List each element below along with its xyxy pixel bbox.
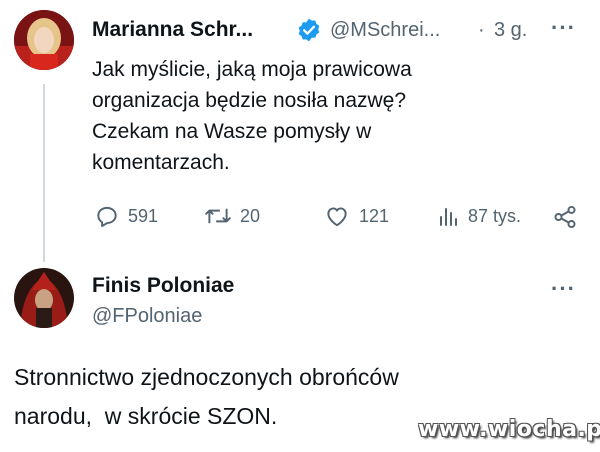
reply-text-line: Stronnictwo zjednoczonych obrońców bbox=[14, 364, 399, 390]
tweet-text: Jak myślicie, jaką moja prawicowa organi… bbox=[92, 54, 512, 178]
share-icon[interactable] bbox=[552, 204, 578, 235]
tweet-timestamp[interactable]: 3 g. bbox=[494, 19, 527, 42]
tweet-text-line: Czekam na Wasze pomysły w bbox=[92, 120, 372, 143]
analytics-icon bbox=[440, 208, 457, 226]
reply-avatar[interactable] bbox=[14, 268, 74, 328]
tweet-separator: · bbox=[478, 19, 485, 41]
reply-author-name[interactable]: Finis Poloniae bbox=[92, 274, 234, 298]
heart-icon bbox=[327, 207, 347, 227]
watermark: www.wiocha.pl bbox=[418, 417, 600, 442]
view-count: 87 tys. bbox=[468, 205, 522, 226]
tweet-more-options-icon[interactable]: ··· bbox=[551, 15, 576, 41]
tweet-text-line: komentarzach. bbox=[92, 151, 230, 174]
reply-avatar-image bbox=[14, 268, 74, 328]
reply-button[interactable]: 591 bbox=[94, 203, 158, 229]
like-count: 121 bbox=[359, 205, 390, 226]
tweet-author-name[interactable]: Marianna Schr... bbox=[92, 18, 253, 42]
retweet-icon bbox=[205, 208, 231, 224]
views-button[interactable]: 87 tys. bbox=[438, 203, 521, 229]
like-button[interactable]: 121 bbox=[323, 203, 389, 229]
verified-badge-icon bbox=[296, 17, 322, 48]
reply-count: 591 bbox=[128, 205, 159, 226]
tweet-text-line: Jak myślicie, jaką moja prawicowa bbox=[92, 58, 412, 81]
tweet-author-handle[interactable]: @MSchrei... bbox=[330, 19, 440, 42]
avatar[interactable] bbox=[14, 10, 74, 70]
tweet-text-line: organizacja będzie nosiła nazwę? bbox=[92, 89, 407, 112]
reply-author-handle[interactable]: @FPoloniae bbox=[92, 305, 202, 328]
retweet-count: 20 bbox=[240, 205, 261, 226]
reply-icon bbox=[97, 206, 117, 227]
thread-connector-line bbox=[43, 84, 45, 262]
retweet-button[interactable]: 20 bbox=[204, 203, 260, 229]
avatar-image bbox=[14, 10, 74, 70]
reply-more-options-icon[interactable]: ··· bbox=[551, 276, 576, 302]
